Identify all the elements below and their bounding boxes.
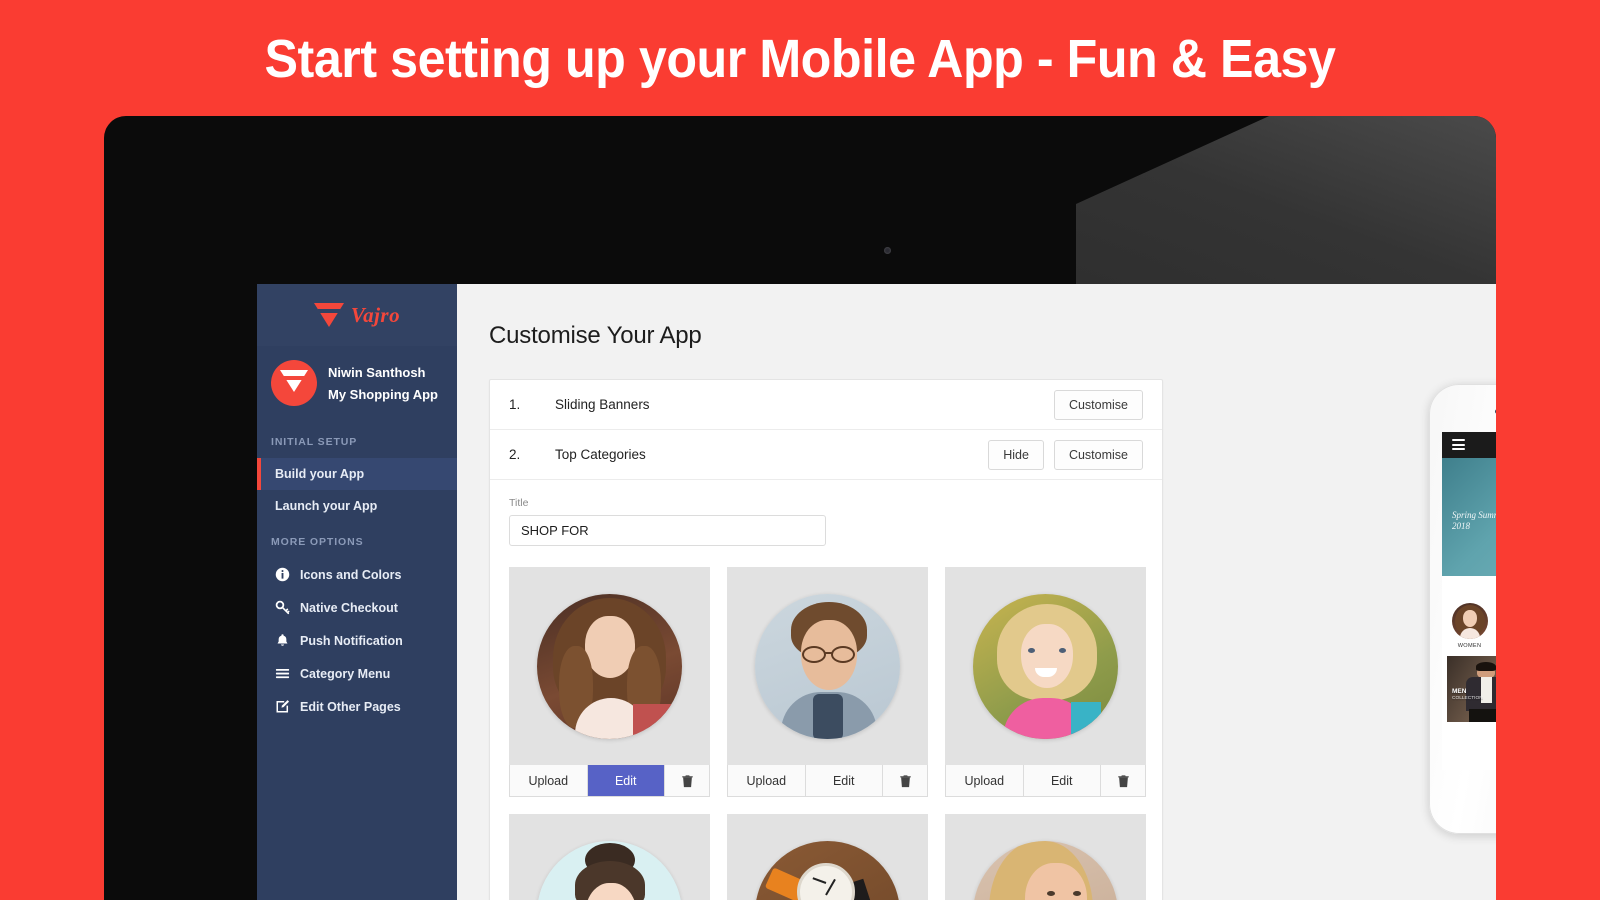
- main-content: Customise Your App 1. Sliding Banners Cu…: [457, 284, 1496, 900]
- sidebar-item-label: Category Menu: [300, 666, 391, 681]
- card-thumbnail: [727, 814, 928, 900]
- watches-product-image: [755, 840, 900, 900]
- category-card: Upload Edit: [509, 567, 710, 797]
- title-field-group: Title: [490, 480, 1162, 546]
- customise-panel: 1. Sliding Banners Customise 2. Top Cate…: [489, 379, 1163, 900]
- upload-button[interactable]: Upload: [510, 765, 588, 796]
- phone-tile-men[interactable]: MEN COLLECTION: [1447, 656, 1496, 722]
- upload-button[interactable]: Upload: [728, 765, 806, 796]
- sidebar-item-edit-other-pages[interactable]: Edit Other Pages: [257, 690, 457, 723]
- phone-category-item[interactable]: WOMEN: [1450, 603, 1490, 649]
- hamburger-icon[interactable]: [1452, 439, 1465, 450]
- sidebar-item-icons-and-colors[interactable]: Icons and Colors: [257, 558, 457, 591]
- sidebar-item-label: Icons and Colors: [300, 567, 402, 582]
- customise-button[interactable]: Customise: [1053, 439, 1143, 470]
- man-glasses-portrait-image: [755, 593, 900, 739]
- sidebar-item-push-notification[interactable]: Push Notification: [257, 624, 457, 657]
- laptop-mockup: Vajro Niwin Santhosh My Shopping App INI…: [104, 116, 1496, 900]
- card-actions: Upload Edit: [727, 765, 928, 797]
- phone-preview: Panache Spring Summer 2018 SHOP: [1429, 384, 1496, 834]
- woman-brunette-portrait-image: [537, 593, 682, 739]
- page-headline: Start setting up your Mobile App - Fun &…: [264, 29, 1336, 89]
- edit-button[interactable]: Edit: [805, 765, 883, 796]
- sidebar: Vajro Niwin Santhosh My Shopping App INI…: [257, 284, 457, 900]
- card-thumbnail: [509, 567, 710, 765]
- row-number: 2.: [509, 447, 521, 462]
- webcam-icon: [884, 247, 891, 254]
- bell-icon: [275, 633, 290, 648]
- sidebar-item-native-checkout[interactable]: Native Checkout: [257, 591, 457, 624]
- category-thumb-women: [1451, 603, 1488, 639]
- section-heading-more-options: MORE OPTIONS: [271, 536, 364, 548]
- brand-name: Vajro: [350, 302, 401, 327]
- customise-button[interactable]: Customise: [1053, 389, 1143, 420]
- trash-icon: [899, 774, 911, 787]
- profile-name: Niwin Santhosh: [328, 364, 426, 380]
- sidebar-item-label: Launch your App: [275, 499, 378, 513]
- edit-pencil-icon: [275, 699, 290, 714]
- girl-child-portrait-image: [973, 593, 1118, 739]
- brand-logo[interactable]: Vajro: [257, 284, 457, 346]
- sidebar-item-label: Edit Other Pages: [300, 699, 401, 714]
- tile-caption: MEN COLLECTION: [1452, 688, 1483, 701]
- card-actions: Upload Edit: [945, 765, 1146, 797]
- delete-button[interactable]: [665, 765, 709, 796]
- vajro-triangle-icon: [313, 303, 344, 327]
- phone-app-bar: Panache: [1442, 432, 1496, 458]
- sidebar-item-category-menu[interactable]: Category Menu: [257, 657, 457, 690]
- card-thumbnail: [945, 814, 1146, 900]
- sidebar-item-build-your-app[interactable]: Build your App: [257, 458, 457, 490]
- phone-screen: Panache Spring Summer 2018 SHOP: [1442, 432, 1496, 770]
- profile-app-name: My Shopping App: [328, 386, 438, 402]
- card-thumbnail: [945, 567, 1146, 765]
- sidebar-item-label: Native Checkout: [300, 600, 398, 615]
- hamburger-icon: [275, 666, 290, 681]
- hide-button[interactable]: Hide: [988, 439, 1044, 470]
- category-card: Upload Edit: [727, 567, 928, 797]
- sidebar-item-launch-your-app[interactable]: Launch your App: [257, 490, 457, 522]
- category-card: Upload Edit: [945, 814, 1146, 900]
- sidebar-item-label: Push Notification: [300, 633, 403, 648]
- phone-hero-banner[interactable]: Spring Summer 2018: [1442, 458, 1496, 576]
- info-circle-icon: [275, 567, 290, 582]
- category-label: WOMEN: [1457, 643, 1482, 649]
- card-thumbnail: [727, 567, 928, 765]
- category-card: Upload Edit: [727, 814, 928, 900]
- category-card: Upload Edit: [509, 814, 710, 900]
- phone-camera-icon: [1495, 409, 1496, 414]
- browser-screen: Vajro Niwin Santhosh My Shopping App INI…: [257, 284, 1496, 900]
- card-thumbnail: [509, 814, 710, 900]
- user-profile[interactable]: Niwin Santhosh My Shopping App: [257, 346, 457, 422]
- category-card-grid: Upload Edit Upload Edit Upload Edit: [490, 546, 1162, 900]
- row-number: 1.: [509, 397, 521, 412]
- edit-button[interactable]: Edit: [1023, 765, 1101, 796]
- trash-icon: [1117, 774, 1129, 787]
- phone-section-title: SHOP FOR: [1442, 576, 1496, 603]
- delete-button[interactable]: [883, 765, 927, 796]
- card-actions: Upload Edit: [509, 765, 710, 797]
- edit-button[interactable]: Edit: [587, 765, 665, 796]
- section-row-top-categories: 2. Top Categories Hide Customise: [490, 430, 1162, 480]
- title-field-label: Title: [509, 497, 529, 509]
- row-label: Sliding Banners: [555, 397, 650, 412]
- section-row-sliding-banners: 1. Sliding Banners Customise: [490, 380, 1162, 430]
- page-title: Customise Your App: [489, 322, 702, 349]
- section-heading-initial-setup: INITIAL SETUP: [271, 436, 358, 448]
- key-icon: [275, 600, 290, 615]
- title-input[interactable]: [509, 515, 826, 546]
- sidebar-item-label: Build your App: [275, 467, 365, 481]
- phone-category-row: WOMEN MEN: [1442, 603, 1496, 649]
- delete-button[interactable]: [1101, 765, 1145, 796]
- phone-collection-tiles: MEN COLLECTION WOMEN: [1442, 649, 1496, 722]
- row-label: Top Categories: [555, 447, 646, 462]
- trash-icon: [681, 774, 693, 787]
- woman-blonde-earrings-portrait-image: [973, 840, 1118, 900]
- category-card: Upload Edit: [945, 567, 1146, 797]
- upload-button[interactable]: Upload: [946, 765, 1024, 796]
- avatar: [271, 360, 317, 406]
- hero-caption: Spring Summer 2018: [1452, 510, 1496, 531]
- woman-sunglasses-portrait-image: [537, 840, 682, 900]
